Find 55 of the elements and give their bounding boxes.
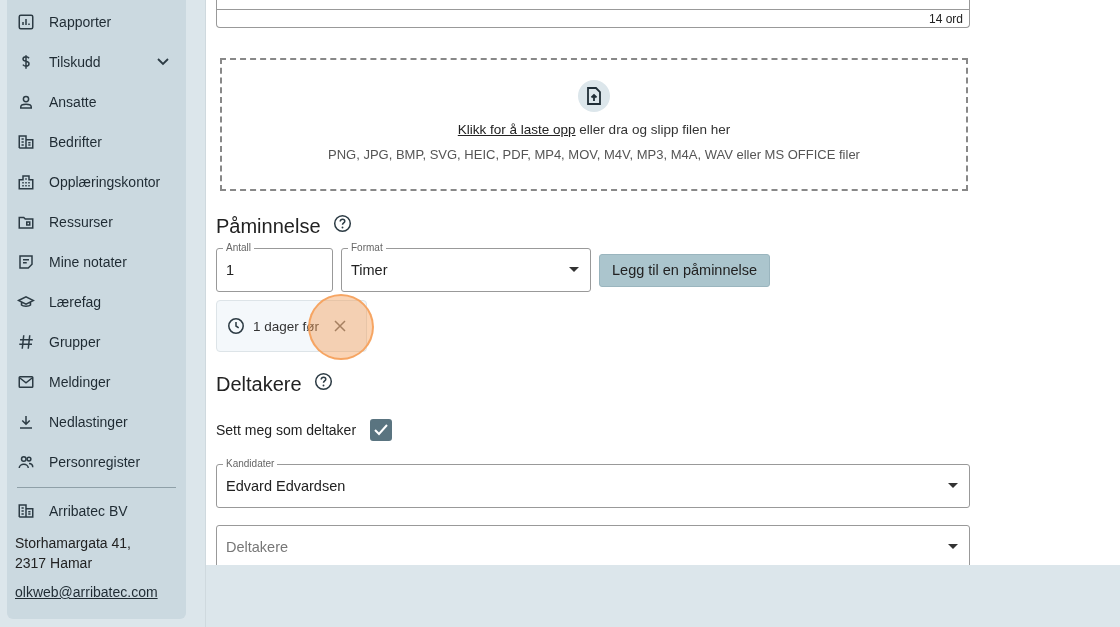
format-select[interactable]: Format Timer [341, 240, 591, 292]
buildings-icon [17, 173, 35, 191]
candidates-select[interactable]: Kandidater Edvard Edvardsen [216, 456, 970, 508]
count-field[interactable]: Antall 1 [216, 240, 333, 292]
checkmark-icon [373, 423, 390, 437]
hash-icon [17, 333, 35, 351]
sidebar-item[interactable]: Mine notater [17, 242, 176, 282]
dropdown-caret-icon [948, 544, 958, 549]
sidebar-item[interactable]: Personregister [17, 442, 176, 482]
participants-select[interactable]: Deltakere [216, 517, 970, 565]
text-editor[interactable]: 14 ord [216, 0, 970, 28]
field-label: Kandidater [223, 457, 278, 470]
company-name: Arribatec BV [49, 503, 128, 519]
dropdown-caret-icon [569, 267, 579, 272]
upload-dropzone[interactable]: Klikk for å laste opp eller dra og slipp filen her PNG, JPG, BMP, SVG, HEIC, PDF, MP4, MOV, M4V, MP3, M4A, WAV eller MS OFFICE filer [220, 58, 968, 191]
upload-link[interactable]: Klikk for å laste opp [457, 121, 576, 137]
word-count: 14 ord [928, 12, 963, 26]
add-reminder-button[interactable]: Legg til en påminnelse [599, 253, 771, 287]
sidebar-item[interactable]: Meldinger [17, 362, 176, 402]
sidebar-item[interactable]: Rapporter [17, 2, 176, 42]
field-label: Format [348, 241, 386, 254]
field-label: Antall [223, 241, 254, 254]
chart-icon [17, 13, 35, 31]
placeholder-text: Deltakere [226, 539, 289, 555]
building-icon [17, 133, 35, 151]
file-upload-icon [578, 79, 610, 112]
checkbox[interactable] [370, 419, 393, 441]
people-icon [17, 453, 35, 471]
field-value: 1 [226, 262, 235, 278]
sidebar-item[interactable]: Nedlastinger [17, 402, 176, 442]
person-icon [17, 93, 35, 111]
building-icon [17, 502, 35, 520]
clock-icon [227, 317, 245, 335]
sidebar-item[interactable]: Lærefag [17, 282, 176, 322]
note-icon [17, 253, 35, 271]
field-value: Edvard Edvardsen [226, 478, 346, 494]
dropdown-caret-icon [948, 483, 958, 488]
sidebar-item[interactable]: Grupper [17, 322, 176, 362]
sidebar-item[interactable]: Opplæringskontor [17, 162, 176, 202]
mail-icon [17, 373, 35, 391]
email-link[interactable]: olkweb@arribatec.com [15, 584, 158, 600]
sidebar-item[interactable]: Tilskudd [17, 42, 176, 82]
section-heading: Deltakere [216, 372, 302, 396]
section-heading: Påminnelse [216, 214, 321, 238]
accepted-formats: PNG, JPG, BMP, SVG, HEIC, PDF, MP4, MOV, M4V, MP3, M4A, WAV eller MS OFFICE filer [328, 146, 860, 162]
reminder-text: 1 dager før [253, 318, 320, 334]
upload-instruction: Klikk for å laste opp eller dra og slipp filen her [457, 121, 731, 137]
company-address: Storhamargata 41, 2317 Hamar [15, 534, 132, 573]
checkbox-label: Sett meg som deltaker [216, 422, 357, 438]
sidebar-item[interactable]: Ansatte [17, 82, 176, 122]
chevron-down-icon [157, 58, 169, 66]
sidebar-item[interactable]: Bedrifter [17, 122, 176, 162]
download-icon [17, 413, 35, 431]
sidebar-item[interactable]: Ressurser [17, 202, 176, 242]
field-value: Timer [351, 262, 388, 278]
